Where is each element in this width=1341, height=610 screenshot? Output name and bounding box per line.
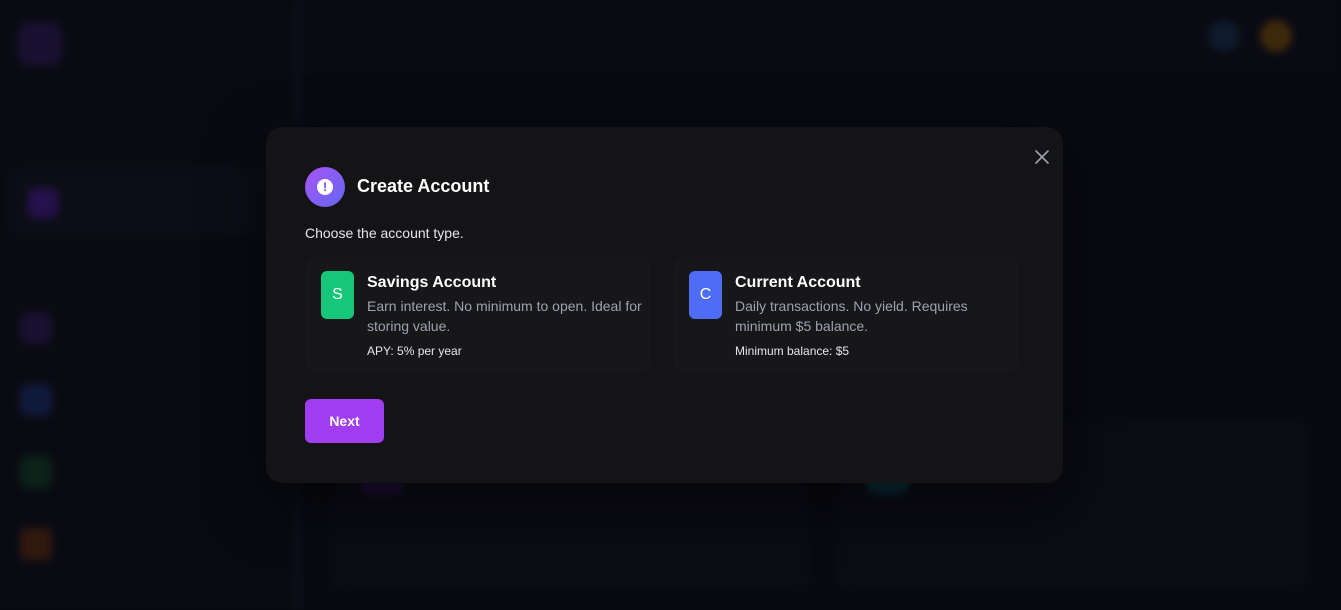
savings-account-option[interactable]: S Savings Account Earn interest. No mini… bbox=[305, 255, 650, 373]
option-name: Savings Account bbox=[367, 274, 497, 291]
savings-badge-icon: S bbox=[321, 271, 354, 319]
close-button[interactable] bbox=[1032, 147, 1052, 167]
dialog-subtitle: Choose the account type. bbox=[305, 225, 464, 241]
dialog-title: Create Account bbox=[357, 176, 490, 196]
option-detail: Minimum balance: $5 bbox=[735, 344, 850, 358]
close-icon bbox=[1035, 150, 1049, 164]
next-button[interactable]: Next bbox=[305, 399, 384, 443]
create-account-dialog: ! Create Account Choose the account type… bbox=[266, 127, 1063, 483]
alert-icon: ! bbox=[305, 167, 345, 207]
option-description: Daily transactions. No yield. Requires m… bbox=[735, 298, 968, 334]
current-badge-icon: C bbox=[689, 271, 722, 319]
option-description: Earn interest. No minimum to open. Ideal… bbox=[367, 298, 642, 334]
option-detail: APY: 5% per year bbox=[367, 344, 462, 358]
current-account-option[interactable]: C Current Account Daily transactions. No… bbox=[673, 255, 1018, 373]
option-name: Current Account bbox=[735, 274, 861, 291]
